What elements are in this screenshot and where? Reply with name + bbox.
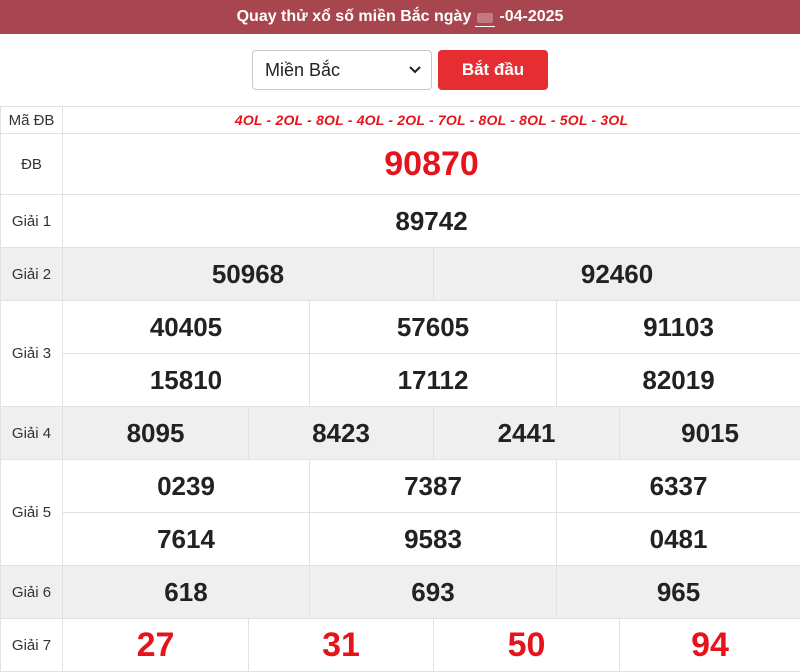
code-row-label: Mã ĐB [0,106,63,134]
prize4-number: 2441 [497,417,556,448]
results-table: Mã ĐB 4OL - 2OL - 8OL - 4OL - 2OL - 7OL … [0,106,800,672]
prize3-label: Giải 3 [0,300,63,407]
prize3-number: 15810 [149,364,223,395]
special-prize-label: ĐB [0,133,63,195]
prize4-number: 8095 [126,417,185,448]
special-codes: 4OL - 2OL - 8OL - 4OL - 2OL - 7OL - 8OL … [61,106,800,134]
prize5-number: 7614 [157,523,215,554]
prize1-number: 89742 [395,205,468,236]
prize4-number: 9015 [681,417,739,448]
date-day-blank [475,11,496,27]
prize2-label: Giải 2 [0,247,63,301]
prize3-number: 40405 [149,311,223,342]
region-select[interactable]: Miền Bắc [252,50,432,90]
prize5-number: 7387 [404,470,462,501]
prize5-label: Giải 5 [0,459,63,566]
prize3-number: 57605 [396,311,470,342]
prize3-number: 91103 [643,311,714,342]
prize6-number: 618 [164,576,208,607]
header-title-suffix: -04-2025 [499,8,564,25]
prize5-number: 0239 [157,470,215,501]
prize1-label: Giải 1 [0,194,63,248]
prize6-label: Giải 6 [0,565,63,619]
region-select-value: Miền Bắc [265,59,341,80]
chevron-down-icon [409,64,421,76]
prize6-number: 693 [411,576,455,607]
prize4-label: Giải 4 [0,406,63,460]
prize7-number: 31 [322,625,360,664]
prize7-number: 94 [691,625,729,664]
prize5-number: 0481 [649,523,708,554]
prize3-number: 82019 [642,364,715,395]
prize5-number: 6337 [649,470,708,501]
start-button[interactable]: Bắt đầu [438,50,548,90]
special-prize-number: 90870 [384,144,479,183]
prize4-number: 8423 [312,417,370,448]
header-title-prefix: Quay thử xổ số miền Bắc ngày [236,8,472,25]
page-header: Quay thử xổ số miền Bắc ngày -04-2025 [0,0,800,34]
prize7-number: 27 [136,625,175,664]
prize5-number: 9583 [404,523,462,554]
prize2-number: 92460 [580,258,654,289]
prize6-number: 965 [656,576,701,607]
prize7-number: 50 [507,625,546,664]
prize2-number: 50968 [211,258,285,289]
controls-bar: Miền Bắc Bắt đầu [0,34,800,106]
prize7-label: Giải 7 [0,618,63,672]
prize3-number: 17112 [397,364,469,395]
